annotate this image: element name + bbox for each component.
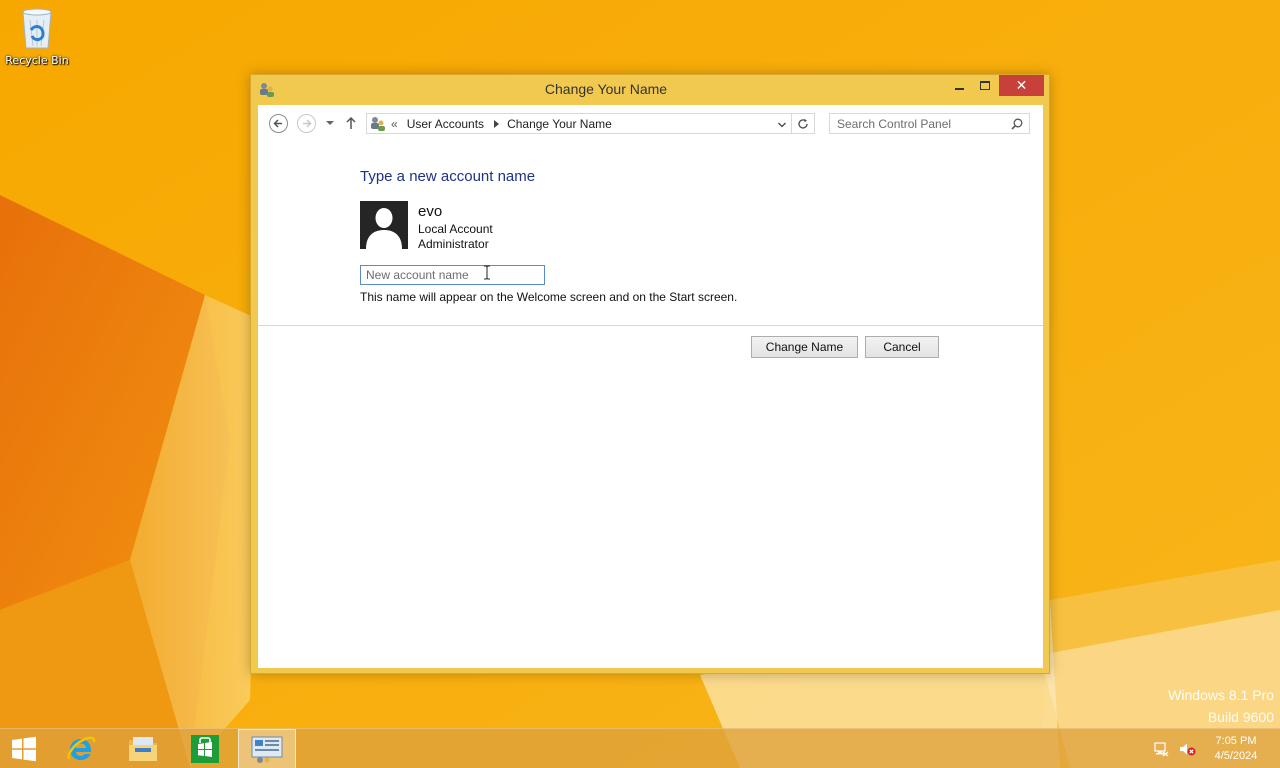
breadcrumb-overflow[interactable]: « bbox=[391, 117, 398, 131]
navigation-bar: « User Accounts Change Your Name Search … bbox=[258, 105, 1043, 143]
internet-explorer-icon bbox=[67, 736, 96, 760]
network-tray-icon[interactable] bbox=[1153, 741, 1169, 757]
refresh-icon bbox=[797, 118, 808, 129]
volume-muted-tray-icon[interactable] bbox=[1178, 741, 1196, 757]
name-hint-text: This name will appear on the Welcome scr… bbox=[360, 290, 738, 304]
breadcrumb-user-accounts[interactable]: User Accounts bbox=[407, 117, 484, 131]
breadcrumb-change-your-name[interactable]: Change Your Name bbox=[507, 117, 612, 131]
store-icon bbox=[191, 735, 219, 763]
recycle-bin-icon bbox=[17, 6, 57, 50]
windows-version-watermark: Windows 8.1 Pro Build 9600 bbox=[1168, 684, 1274, 728]
control-panel-icon bbox=[251, 736, 283, 763]
taskbar-control-panel[interactable] bbox=[238, 729, 296, 768]
refresh-button[interactable] bbox=[791, 113, 815, 134]
address-bar[interactable]: « User Accounts Change Your Name bbox=[366, 113, 792, 134]
new-account-name-input[interactable] bbox=[360, 265, 545, 285]
maximize-button[interactable] bbox=[972, 75, 998, 96]
clock-time: 7:05 PM bbox=[1215, 735, 1257, 747]
control-panel-icon bbox=[370, 116, 386, 132]
recycle-bin-label: Recycle Bin bbox=[5, 54, 69, 67]
taskbar-file-explorer[interactable] bbox=[114, 729, 172, 768]
back-button[interactable] bbox=[269, 114, 288, 133]
up-button[interactable] bbox=[344, 115, 358, 131]
maximize-icon bbox=[980, 81, 990, 90]
chevron-down-icon bbox=[326, 121, 334, 125]
search-icon[interactable] bbox=[1011, 118, 1023, 130]
chevron-down-icon bbox=[778, 122, 786, 128]
arrow-up-icon bbox=[346, 116, 356, 129]
start-icon bbox=[12, 736, 36, 762]
breadcrumb-separator-icon[interactable] bbox=[494, 119, 500, 128]
close-icon: ✕ bbox=[1015, 77, 1028, 94]
title-bar[interactable]: Change Your Name ✕ bbox=[251, 75, 1049, 105]
user-name: evo bbox=[418, 203, 443, 220]
taskbar-internet-explorer[interactable] bbox=[52, 729, 110, 768]
clock-date: 4/5/2024 bbox=[1214, 750, 1258, 762]
taskbar-store[interactable] bbox=[176, 729, 234, 768]
user-silhouette-icon bbox=[360, 201, 408, 249]
watermark-build: Build 9600 bbox=[1207, 709, 1274, 725]
account-role: Administrator bbox=[418, 237, 489, 251]
account-type: Local Account bbox=[418, 222, 493, 236]
page-heading: Type a new account name bbox=[360, 168, 536, 185]
change-name-window: Change Your Name ✕ « User Accounts Chang… bbox=[250, 74, 1050, 674]
window-title: Change Your Name bbox=[544, 81, 668, 97]
minimize-button[interactable] bbox=[946, 75, 972, 96]
change-name-button[interactable]: Change Name bbox=[751, 336, 858, 358]
text-cursor-icon bbox=[483, 265, 491, 280]
search-box[interactable]: Search Control Panel bbox=[829, 113, 1030, 134]
taskbar-clock[interactable]: 7:05 PM 4/5/2024 bbox=[1206, 734, 1266, 764]
address-dropdown-button[interactable] bbox=[777, 119, 787, 129]
watermark-edition: Windows 8.1 Pro bbox=[1168, 687, 1274, 703]
file-explorer-icon bbox=[129, 737, 157, 761]
user-avatar bbox=[360, 201, 408, 249]
start-button[interactable] bbox=[0, 729, 48, 768]
arrow-left-icon bbox=[273, 119, 282, 128]
taskbar: 7:05 PM 4/5/2024 bbox=[0, 728, 1280, 768]
recent-locations-button[interactable] bbox=[324, 117, 336, 129]
arrow-right-icon bbox=[303, 119, 312, 128]
forward-button[interactable] bbox=[297, 114, 316, 133]
window-client-area: « User Accounts Change Your Name Search … bbox=[258, 105, 1043, 668]
cancel-button[interactable]: Cancel bbox=[865, 336, 939, 358]
minimize-icon bbox=[954, 87, 964, 90]
search-placeholder: Search Control Panel bbox=[837, 116, 952, 131]
close-button[interactable]: ✕ bbox=[999, 75, 1044, 96]
divider bbox=[258, 325, 1043, 326]
recycle-bin-shortcut[interactable]: Recycle Bin bbox=[4, 6, 70, 76]
